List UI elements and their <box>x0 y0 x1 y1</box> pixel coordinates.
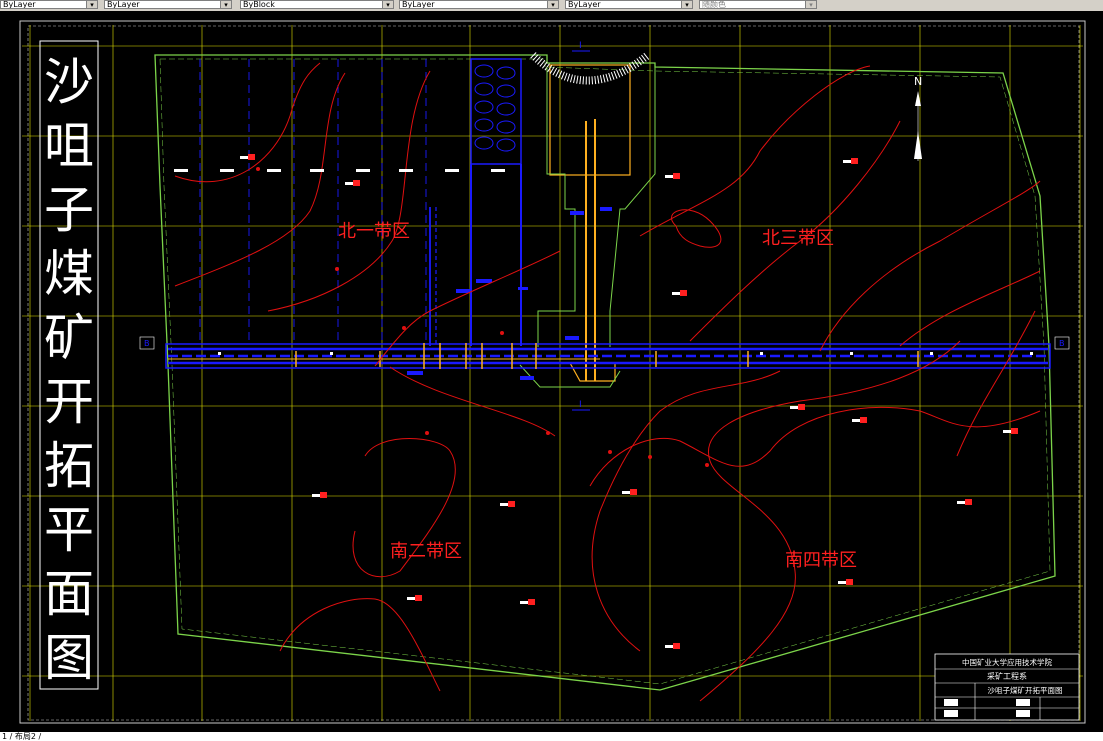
title-block-department: 采矿工程系 <box>987 671 1027 681</box>
borehole-marker <box>345 182 353 185</box>
borehole-symbol <box>673 643 680 649</box>
borehole-symbol <box>508 501 515 507</box>
borehole-symbol <box>353 180 360 186</box>
color-combo[interactable]: ByLayer ▾ <box>104 0 232 9</box>
borehole-symbol <box>860 417 867 423</box>
title-char: 平 <box>44 501 94 559</box>
lineweight-combo[interactable]: ByLayer ▾ <box>399 0 559 9</box>
borehole-marker <box>843 160 851 163</box>
borehole-symbol <box>1011 428 1018 434</box>
section-mark-bottom: I <box>579 400 582 410</box>
title-char: 图 <box>44 629 94 687</box>
zone-label-north1: 北一带区 <box>338 221 410 242</box>
vertical-title: 沙咀子煤矿开拓平面图 <box>44 53 94 687</box>
zone-label-south2: 南二带区 <box>390 541 462 562</box>
layout-tabs[interactable]: 1 / 布局2 / <box>0 732 1103 741</box>
title-char: 面 <box>44 565 94 623</box>
outer-frame <box>19 20 1086 724</box>
title-char: 拓 <box>44 437 94 495</box>
north-arrow-icon: N <box>914 75 922 161</box>
zone-label-north3: 北三带区 <box>762 228 834 249</box>
title-block-drawing-name: 沙咀子煤矿开拓平面图 <box>988 685 1063 695</box>
chevron-down-icon[interactable]: ▾ <box>681 1 692 8</box>
chevron-down-icon[interactable]: ▾ <box>547 1 558 8</box>
industrial-square <box>549 64 631 176</box>
borehole-marker <box>672 292 680 295</box>
borehole-symbol <box>630 489 637 495</box>
borehole-marker <box>665 175 673 178</box>
layer-combo[interactable]: ByLayer ▾ <box>0 0 98 9</box>
borehole-marker <box>790 406 798 409</box>
section-mark-left: B <box>144 339 150 348</box>
borehole-marker <box>500 503 508 506</box>
pillar-boundary-right <box>609 67 656 347</box>
title-char: 开 <box>44 373 94 431</box>
borehole-symbol <box>965 499 972 505</box>
inner-frame <box>27 25 1080 721</box>
layer-combo-value: ByLayer <box>3 0 36 9</box>
plotstyle-combo[interactable]: ByLayer ▾ <box>565 0 693 9</box>
color-combo-value: ByLayer <box>107 0 140 9</box>
borehole-symbol <box>528 599 535 605</box>
title-block-school: 中国矿业大学应用技术学院 <box>962 657 1052 667</box>
roadway-markers <box>218 352 1033 355</box>
contour-lines <box>174 62 1041 702</box>
shaft-bottom-loop <box>569 362 616 382</box>
borehole-symbol <box>846 579 853 585</box>
borehole-symbol <box>673 173 680 179</box>
borehole-marker <box>852 419 860 422</box>
plot-color-combo-value: 随颜色 <box>702 0 726 9</box>
borehole-marker <box>838 581 846 584</box>
borehole-symbol <box>798 404 805 410</box>
borehole-marker <box>622 491 630 494</box>
borehole-marker <box>1003 430 1011 433</box>
linetype-combo[interactable]: ByBlock ▾ <box>240 0 394 9</box>
title-char: 沙 <box>44 53 94 111</box>
coordinate-grid <box>22 25 1083 721</box>
plotstyle-combo-value: ByLayer <box>568 0 601 9</box>
chevron-down-icon[interactable]: ▾ <box>220 1 231 8</box>
chevron-down-icon[interactable]: ▾ <box>805 1 816 8</box>
title-char: 煤 <box>44 245 94 303</box>
borehole-marker <box>407 597 415 600</box>
grid-dashes <box>174 169 505 172</box>
borehole-symbol <box>320 492 327 498</box>
linetype-combo-value: ByBlock <box>243 0 275 9</box>
borehole-symbol <box>248 154 255 160</box>
borehole-marker <box>957 501 965 504</box>
panel-division-lines <box>199 59 427 343</box>
title-char: 子 <box>44 181 94 239</box>
borehole-marker <box>665 645 673 648</box>
section-mark-top: I <box>579 41 582 51</box>
contour-nodes <box>256 167 709 467</box>
plot-color-combo[interactable]: 随颜色 ▾ <box>699 0 817 9</box>
layout-tabs-label[interactable]: 1 / 布局2 / <box>2 732 41 741</box>
borehole-symbol <box>851 158 858 164</box>
drawing-svg: 沙咀子煤矿开拓平面图 北一带区 北三带区 南二带区 南四带区 N I I B B… <box>19 20 1086 724</box>
zone-label-south4: 南四带区 <box>785 550 857 571</box>
borehole-marker <box>312 494 320 497</box>
pillar-boundary-left <box>537 67 576 347</box>
title-char: 矿 <box>44 309 94 367</box>
borehole-marker <box>240 156 248 159</box>
pillar-hatch <box>474 64 516 152</box>
section-mark-right: B <box>1059 339 1065 348</box>
chevron-down-icon[interactable]: ▾ <box>382 1 393 8</box>
lineweight-combo-value: ByLayer <box>402 0 435 9</box>
svg-text:N: N <box>914 75 922 88</box>
drawing-canvas[interactable]: 沙咀子煤矿开拓平面图 北一带区 北三带区 南二带区 南四带区 N I I B B… <box>0 11 1103 732</box>
chevron-down-icon[interactable]: ▾ <box>86 1 97 8</box>
borehole-symbol <box>680 290 687 296</box>
borehole-symbol <box>415 595 422 601</box>
title-block: 中国矿业大学应用技术学院 采矿工程系 沙咀子煤矿开拓平面图 <box>934 653 1080 721</box>
equipment-symbols <box>407 207 612 380</box>
title-char: 咀 <box>44 117 94 175</box>
borehole-marker <box>520 601 528 604</box>
